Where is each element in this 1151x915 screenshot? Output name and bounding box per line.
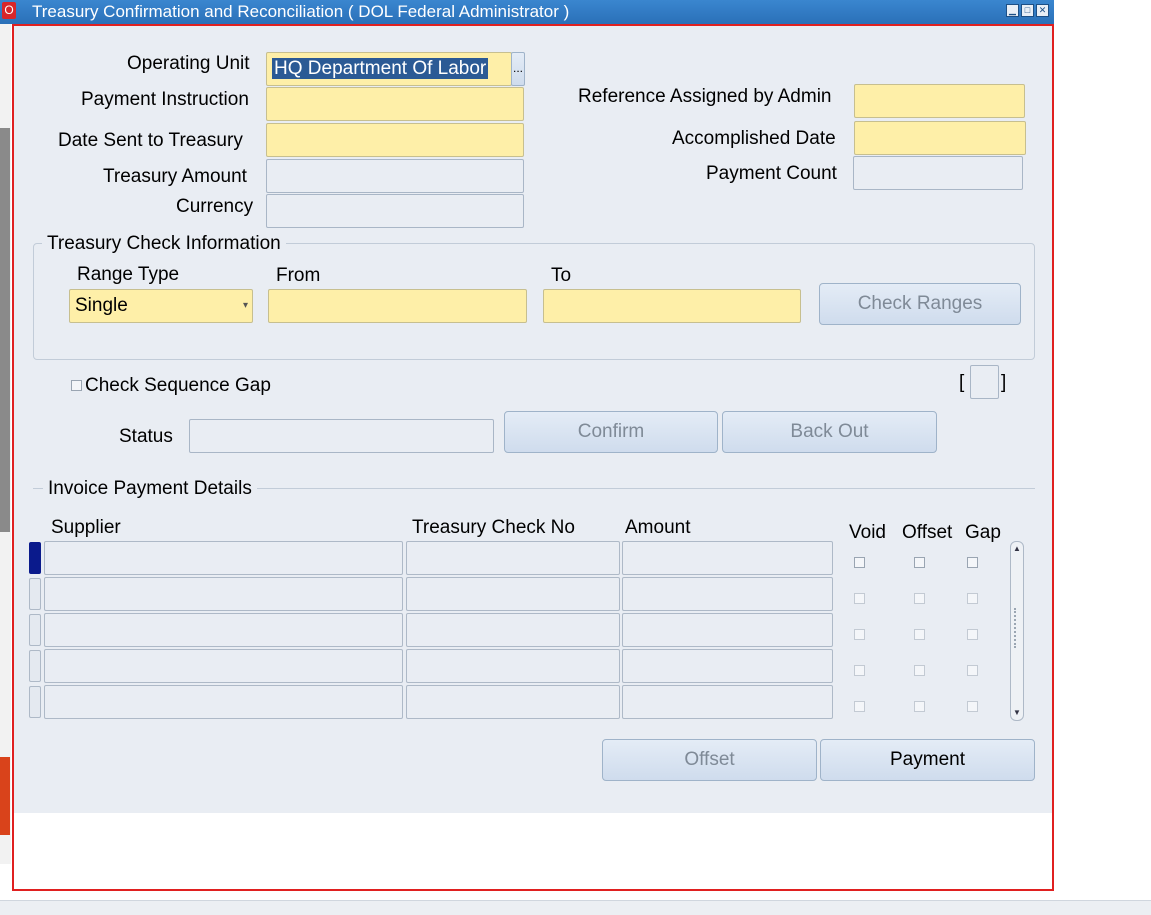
background-window-scroll: [0, 128, 10, 532]
check-sequence-gap-checkbox[interactable]: [71, 380, 82, 391]
gap-checkbox[interactable]: [967, 665, 978, 676]
offset-button[interactable]: Offset: [602, 739, 817, 781]
gap-checkbox[interactable]: [967, 593, 978, 604]
row-selector-current[interactable]: [29, 542, 41, 574]
bracket-open: [: [959, 372, 965, 393]
table-row: [28, 577, 1028, 613]
column-header-supplier: Supplier: [51, 517, 121, 538]
range-type-value: Single: [75, 295, 128, 316]
amount-cell[interactable]: [622, 685, 833, 719]
row-selector[interactable]: [29, 650, 41, 682]
column-header-check-no: Treasury Check No: [412, 517, 575, 538]
reference-field[interactable]: [854, 84, 1025, 118]
gap-checkbox[interactable]: [967, 701, 978, 712]
column-header-amount: Amount: [625, 517, 691, 538]
scroll-up-icon[interactable]: ▲: [1012, 543, 1022, 555]
operating-unit-field[interactable]: HQ Department Of Labor: [266, 52, 512, 86]
check-info-title: Treasury Check Information: [42, 233, 286, 255]
payment-count-field[interactable]: [853, 156, 1023, 190]
check-no-cell[interactable]: [406, 577, 620, 611]
bracket-close: ]: [1001, 372, 1007, 393]
operating-unit-value: HQ Department Of Labor: [272, 58, 489, 79]
range-type-select[interactable]: Single ▾: [69, 289, 253, 323]
supplier-cell[interactable]: [44, 541, 403, 575]
accomplished-date-field[interactable]: [854, 121, 1026, 155]
scroll-down-icon[interactable]: ▼: [1012, 707, 1022, 719]
currency-label: Currency: [176, 196, 254, 217]
oracle-app-icon: O: [2, 2, 16, 19]
row-selector[interactable]: [29, 686, 41, 718]
check-no-cell[interactable]: [406, 613, 620, 647]
amount-cell[interactable]: [622, 649, 833, 683]
details-scrollbar[interactable]: ▲ ▼: [1010, 541, 1024, 721]
offset-checkbox[interactable]: [914, 593, 925, 604]
supplier-cell[interactable]: [44, 685, 403, 719]
gap-checkbox[interactable]: [967, 557, 978, 568]
amount-cell[interactable]: [622, 613, 833, 647]
to-label: To: [551, 265, 572, 286]
void-checkbox[interactable]: [854, 593, 865, 604]
payment-instruction-label: Payment Instruction: [81, 89, 249, 110]
record-indicator-field[interactable]: [970, 365, 999, 399]
void-checkbox[interactable]: [854, 629, 865, 640]
void-checkbox[interactable]: [854, 701, 865, 712]
date-sent-field[interactable]: [266, 123, 524, 157]
treasury-amount-label: Treasury Amount: [103, 166, 247, 187]
check-sequence-gap-label: Check Sequence Gap: [85, 375, 271, 396]
offset-checkbox[interactable]: [914, 665, 925, 676]
status-bar: [0, 900, 1151, 915]
range-type-label: Range Type: [77, 264, 180, 285]
row-selector[interactable]: [29, 614, 41, 646]
row-selector[interactable]: [29, 578, 41, 610]
accomplished-date-label: Accomplished Date: [672, 128, 836, 149]
list-of-values-button[interactable]: ...: [511, 52, 525, 86]
to-field[interactable]: [543, 289, 801, 323]
table-row: [28, 649, 1028, 685]
status-field[interactable]: [189, 419, 494, 453]
status-label: Status: [119, 426, 173, 447]
minimize-icon[interactable]: ▁: [1006, 4, 1019, 17]
payment-button[interactable]: Payment: [820, 739, 1035, 781]
window-title-bar[interactable]: O Treasury Confirmation and Reconciliati…: [0, 0, 1054, 24]
supplier-cell[interactable]: [44, 577, 403, 611]
check-no-cell[interactable]: [406, 649, 620, 683]
from-field[interactable]: [268, 289, 527, 323]
payment-count-label: Payment Count: [706, 163, 837, 184]
back-out-button[interactable]: Back Out: [722, 411, 937, 453]
payment-instruction-field[interactable]: [266, 87, 524, 121]
scroll-thumb[interactable]: [1014, 608, 1022, 648]
offset-checkbox[interactable]: [914, 701, 925, 712]
table-row: [28, 541, 1028, 577]
close-icon[interactable]: ✕: [1036, 4, 1049, 17]
date-sent-label: Date Sent to Treasury: [58, 130, 243, 151]
supplier-cell[interactable]: [44, 649, 403, 683]
chevron-down-icon[interactable]: ▾: [243, 290, 248, 322]
reference-label: Reference Assigned by Admin: [578, 86, 832, 107]
check-no-cell[interactable]: [406, 685, 620, 719]
void-checkbox[interactable]: [854, 557, 865, 568]
currency-field[interactable]: [266, 194, 524, 228]
amount-cell[interactable]: [622, 541, 833, 575]
void-checkbox[interactable]: [854, 665, 865, 676]
offset-checkbox[interactable]: [914, 557, 925, 568]
supplier-cell[interactable]: [44, 613, 403, 647]
check-ranges-button[interactable]: Check Ranges: [819, 283, 1021, 325]
confirm-button[interactable]: Confirm: [504, 411, 718, 453]
table-row: [28, 685, 1028, 721]
gap-checkbox[interactable]: [967, 629, 978, 640]
table-row: [28, 613, 1028, 649]
from-label: From: [276, 265, 321, 286]
offset-checkbox[interactable]: [914, 629, 925, 640]
treasury-amount-field[interactable]: [266, 159, 524, 193]
amount-cell[interactable]: [622, 577, 833, 611]
maximize-icon[interactable]: □: [1021, 4, 1034, 17]
operating-unit-label: Operating Unit: [127, 53, 250, 74]
background-window-accent: [0, 757, 10, 835]
details-title: Invoice Payment Details: [43, 478, 257, 500]
window-title: Treasury Confirmation and Reconciliation…: [32, 2, 570, 21]
check-no-cell[interactable]: [406, 541, 620, 575]
